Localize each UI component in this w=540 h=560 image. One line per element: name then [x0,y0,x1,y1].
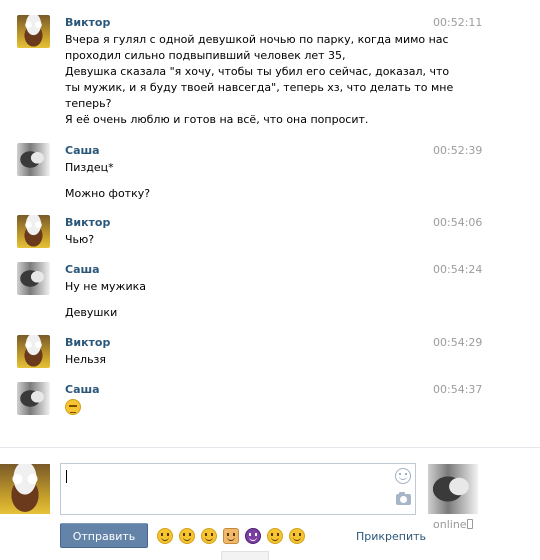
avatar[interactable] [17,215,50,248]
message-line: Девушки [65,306,118,319]
message-history: Виктор 00:52:11 Вчера я гулял с одной де… [0,0,540,440]
grin-emoji[interactable] [201,528,217,544]
devil-emoji[interactable] [245,528,261,544]
message-line: теперь? [65,97,112,110]
message-line: Вчера я гулял с одной девушкой ночью по … [65,33,449,46]
message-line: Я её очень люблю и готов на всё, что она… [65,113,369,126]
message-line: проходил сильно подвыпивший человек лет … [65,49,346,62]
message-time: 00:54:29 [433,336,483,349]
smirk-emoji[interactable] [157,528,173,544]
my-avatar[interactable] [0,464,50,514]
smiley-icon[interactable] [395,468,411,484]
message-line: Пиздец* [65,161,114,174]
message-time: 00:54:06 [433,216,483,229]
message-line: Нельзя [65,353,107,366]
message-line [65,295,420,305]
camera-icon[interactable] [396,492,411,505]
mobile-phone-icon [467,519,473,529]
message-time: 00:52:39 [433,144,483,157]
message-line: Девушка сказала "я хочу, чтобы ты убил е… [65,65,450,78]
message-text: Чью? [65,232,420,248]
message-text: Вчера я гулял с одной девушкой ночью по … [65,32,454,128]
avatar[interactable] [17,382,50,415]
weary-emoji[interactable] [267,528,283,544]
message-line: Чью? [65,233,95,246]
author-name[interactable]: Виктор [65,16,110,29]
avatar[interactable] [17,143,50,176]
message-input[interactable] [65,468,390,510]
send-button[interactable]: Отправить [60,523,148,548]
message-text: Ну не мужика Девушки [65,279,420,321]
avatar[interactable] [17,262,50,295]
author-name[interactable]: Саша [65,383,100,396]
message-time: 00:52:11 [433,16,483,29]
smile-emoji[interactable] [289,528,305,544]
message-line [65,399,420,415]
attach-link[interactable]: Прикрепить [356,530,426,543]
relieved-face-emoji [65,399,81,415]
message-line: Ну не мужика [65,280,146,293]
message-time: 00:54:37 [433,383,483,396]
partner-avatar[interactable] [428,464,478,514]
dizzy-face-emoji[interactable] [179,528,195,544]
avatar[interactable] [17,15,50,48]
author-name[interactable]: Виктор [65,216,110,229]
message-line [65,176,420,186]
author-name[interactable]: Саша [65,144,100,157]
message-line: ты мужик, и я буду твоей навсегда", тепе… [65,81,454,94]
author-name[interactable]: Саша [65,263,100,276]
message-composer [60,463,416,515]
divider [0,447,540,448]
message-text: Нельзя [65,352,420,368]
message-text: Пиздец* Можно фотку? [65,160,420,202]
online-status: online [433,518,467,531]
avatar[interactable] [17,335,50,368]
message-time: 00:54:24 [433,263,483,276]
message-line: Можно фотку? [65,187,151,200]
message-text [65,399,420,415]
author-name[interactable]: Виктор [65,336,110,349]
thumbs-up-emoji[interactable] [223,528,239,544]
text-caret [66,470,67,483]
